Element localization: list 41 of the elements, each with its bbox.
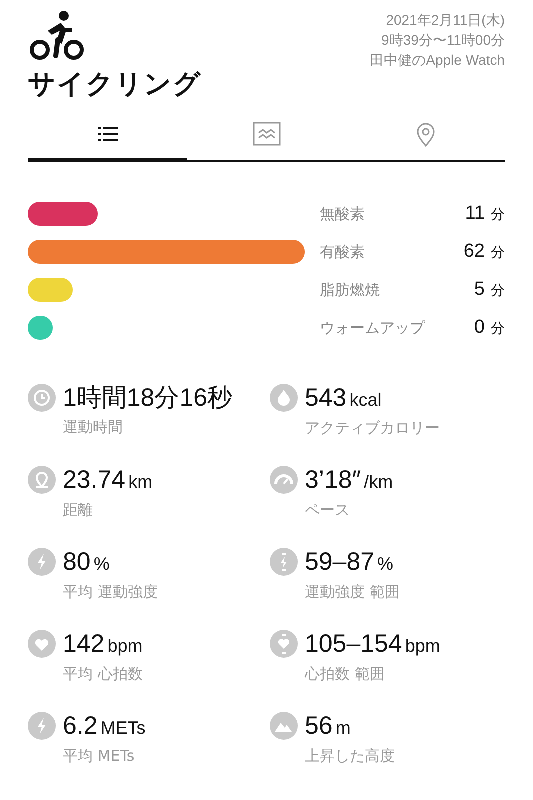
metric-value: 80%: [63, 547, 111, 578]
metric-label: 距離: [63, 500, 94, 521]
metric-value: 142 bpm: [63, 629, 144, 660]
metric-value: 6.2 METs: [63, 711, 147, 742]
bolt-range-icon: [270, 548, 298, 576]
workout-title: サイクリング: [28, 68, 202, 102]
chart-icon: [252, 120, 280, 148]
metric-label: ペース: [305, 500, 351, 521]
metric-label: 運動強度 範囲: [305, 582, 401, 603]
workout-time: 9時39分〜11時00分: [382, 31, 505, 50]
metric-label: 平均 運動強度: [63, 582, 159, 603]
metric-value: 23.74 km: [63, 465, 154, 496]
metric-label: 運動時間: [63, 417, 124, 438]
gauge-icon: [270, 466, 298, 494]
metric-label: 平均 心拍数: [63, 664, 144, 685]
heart-range-icon: [270, 630, 298, 658]
workout-date: 2021年2月11日(木): [386, 11, 505, 30]
mountain-icon: [270, 712, 298, 740]
zone-label: 無酸素: [320, 204, 366, 224]
pin-icon: [28, 466, 56, 494]
zone-duration: 11 分: [465, 203, 505, 225]
zone-duration: 62 分: [464, 241, 505, 263]
device-name: 田中健のApple Watch: [370, 51, 505, 70]
bolt-icon: [28, 548, 56, 576]
zone-duration: 0 分: [474, 317, 505, 339]
metric-value: 1時間18分16秒: [63, 383, 234, 414]
metric-label: 上昇した高度: [305, 746, 396, 767]
metric-value: 3’18″/km: [305, 465, 394, 496]
metric-label: 心拍数 範囲: [305, 664, 386, 685]
bolt-icon: [28, 712, 56, 740]
zone-label: 脂肪燃焼: [320, 280, 381, 300]
metric-label: アクティブカロリー: [305, 418, 441, 439]
metric-value: 543 kcal: [305, 383, 383, 414]
clock-icon: [28, 384, 56, 412]
zone-label: 有酸素: [320, 242, 366, 262]
metric-label: 平均 METs: [63, 746, 136, 767]
metric-value: 56 m: [305, 711, 352, 742]
metric-value: 105–154 bpm: [305, 629, 442, 660]
zone-label: ウォームアップ: [320, 318, 426, 338]
metric-value: 59–87%: [305, 547, 395, 578]
zone-duration: 5 分: [474, 279, 505, 301]
